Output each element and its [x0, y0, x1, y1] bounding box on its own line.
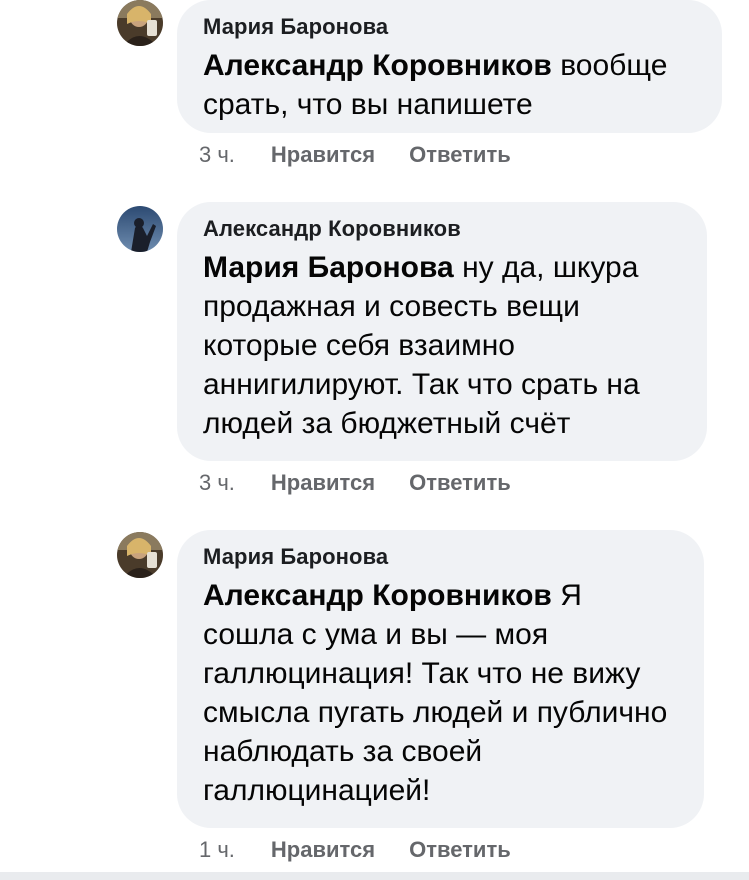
- comment-text: Мария Баронова ну да, шкура продажная и …: [203, 248, 681, 443]
- like-button[interactable]: Нравится: [271, 836, 375, 864]
- author-avatar[interactable]: [117, 532, 163, 578]
- comment-timestamp[interactable]: 3 ч.: [199, 469, 235, 497]
- comment-actions: 3 ч. Нравится Ответить: [199, 141, 545, 169]
- comment-timestamp[interactable]: 3 ч.: [199, 141, 235, 169]
- user-photo-icon: [117, 0, 163, 46]
- comment-actions: 1 ч. Нравится Ответить: [199, 836, 545, 864]
- comment-bubble: Мария Баронова Александр Коровников Я со…: [177, 530, 704, 828]
- comment-actions: 3 ч. Нравится Ответить: [199, 469, 545, 497]
- mention-link[interactable]: Александр Коровников: [203, 579, 552, 612]
- comment-text: Александр Коровников Я сошла с ума и вы …: [203, 576, 678, 810]
- comment-author[interactable]: Мария Баронова: [203, 12, 696, 42]
- comment-text: Александр Коровников вообще срать, что в…: [203, 46, 696, 124]
- comment-timestamp[interactable]: 1 ч.: [199, 836, 235, 864]
- reply-button[interactable]: Ответить: [409, 469, 511, 497]
- user-photo-icon: [117, 206, 163, 252]
- comment-bubble: Александр Коровников Мария Баронова ну д…: [177, 202, 707, 461]
- comment-bubble: Мария Баронова Александр Коровников вооб…: [177, 0, 722, 133]
- reply-button[interactable]: Ответить: [409, 141, 511, 169]
- mention-link[interactable]: Александр Коровников: [203, 49, 552, 82]
- author-avatar[interactable]: [117, 0, 163, 46]
- mention-link[interactable]: Мария Баронова: [203, 251, 454, 284]
- author-avatar[interactable]: [117, 206, 163, 252]
- comment-author[interactable]: Александр Коровников: [203, 214, 681, 244]
- page-divider: [0, 872, 749, 880]
- like-button[interactable]: Нравится: [271, 141, 375, 169]
- comment-body: Я сошла с ума и вы — моя галлюцинация! Т…: [203, 579, 668, 807]
- reply-button[interactable]: Ответить: [409, 836, 511, 864]
- user-photo-icon: [117, 532, 163, 578]
- like-button[interactable]: Нравится: [271, 469, 375, 497]
- comment-author[interactable]: Мария Баронова: [203, 542, 678, 572]
